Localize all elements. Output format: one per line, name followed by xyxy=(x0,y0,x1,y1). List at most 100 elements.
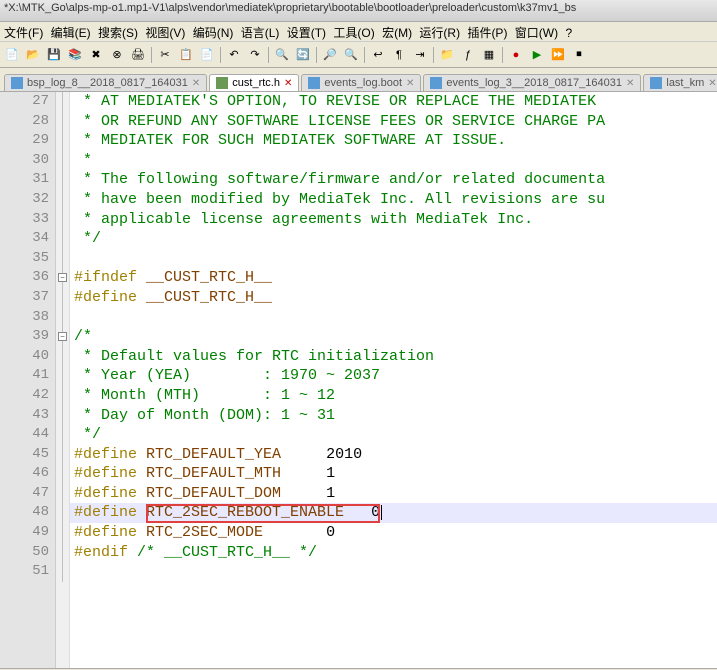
zoom-in-icon[interactable]: 🔎 xyxy=(320,45,340,65)
menu-run[interactable]: 运行(R) xyxy=(419,26,460,40)
menu-settings[interactable]: 设置(T) xyxy=(287,26,326,40)
wrap-icon[interactable]: ↩ xyxy=(368,45,388,65)
menu-window[interactable]: 窗口(W) xyxy=(515,26,558,40)
cut-icon[interactable]: ✂ xyxy=(155,45,175,65)
code-line[interactable]: #ifndef __CUST_RTC_H__ xyxy=(70,268,717,288)
code-line[interactable]: #define RTC_DEFAULT_MTH 1 xyxy=(70,464,717,484)
code-line[interactable] xyxy=(70,308,717,328)
tab[interactable]: bsp_log_8__2018_0817_164031 ✕ xyxy=(4,74,207,91)
code-line[interactable]: * xyxy=(70,151,717,171)
line-number: 37 xyxy=(0,288,49,308)
line-number: 41 xyxy=(0,366,49,386)
map-icon[interactable]: ▦ xyxy=(479,45,499,65)
menu-help[interactable]: ? xyxy=(565,26,572,40)
menu-macro[interactable]: 宏(M) xyxy=(382,26,412,40)
tab-close-icon[interactable]: ✕ xyxy=(708,78,716,89)
redo-icon[interactable]: ↷ xyxy=(245,45,265,65)
file-icon xyxy=(308,77,320,89)
line-number: 46 xyxy=(0,464,49,484)
paste-icon[interactable]: 📄 xyxy=(197,45,217,65)
code-line[interactable]: * MEDIATEK FOR SUCH MEDIATEK SOFTWARE AT… xyxy=(70,131,717,151)
menu-search[interactable]: 搜索(S) xyxy=(98,26,138,40)
code-editor[interactable]: * AT MEDIATEK'S OPTION, TO REVISE OR REP… xyxy=(70,92,717,668)
close-icon[interactable]: ✖ xyxy=(86,45,106,65)
file-icon xyxy=(216,77,228,89)
separator xyxy=(433,47,434,63)
indent-icon[interactable]: ⇥ xyxy=(410,45,430,65)
code-line[interactable]: * Day of Month (DOM): 1 ~ 31 xyxy=(70,406,717,426)
code-line[interactable] xyxy=(70,249,717,269)
separator xyxy=(364,47,365,63)
code-line[interactable]: */ xyxy=(70,425,717,445)
code-line[interactable]: #define RTC_DEFAULT_DOM 1 xyxy=(70,484,717,504)
code-line[interactable]: * Month (MTH) : 1 ~ 12 xyxy=(70,386,717,406)
tab-close-icon[interactable]: ✕ xyxy=(284,78,292,89)
code-line[interactable]: * Default values for RTC initialization xyxy=(70,347,717,367)
tab[interactable]: cust_rtc.h ✕ xyxy=(209,74,299,91)
tab[interactable]: last_km✕ xyxy=(643,74,717,91)
code-line[interactable]: * Year (YEA) : 1970 ~ 2037 xyxy=(70,366,717,386)
fold-strip: −− xyxy=(56,92,70,668)
tab-close-icon[interactable]: ✕ xyxy=(192,78,200,89)
undo-icon[interactable]: ↶ xyxy=(224,45,244,65)
stop-icon[interactable]: ⏹ xyxy=(569,45,589,65)
separator xyxy=(268,47,269,63)
menu-encoding[interactable]: 编码(N) xyxy=(193,26,234,40)
code-line[interactable]: #define RTC_2SEC_REBOOT_ENABLE 0 xyxy=(70,503,717,523)
code-line[interactable]: */ xyxy=(70,229,717,249)
separator xyxy=(151,47,152,63)
code-line[interactable]: #define __CUST_RTC_H__ xyxy=(70,288,717,308)
code-line[interactable]: * applicable license agreements with Med… xyxy=(70,210,717,230)
code-line[interactable]: * AT MEDIATEK'S OPTION, TO REVISE OR REP… xyxy=(70,92,717,112)
line-number: 42 xyxy=(0,386,49,406)
titlebar: *X:\MTK_Go\alps-mp-o1.mp1-V1\alps\vendor… xyxy=(0,0,717,22)
code-line[interactable]: #endif /* __CUST_RTC_H__ */ xyxy=(70,543,717,563)
function-list-icon[interactable]: ƒ xyxy=(458,45,478,65)
menu-view[interactable]: 视图(V) xyxy=(145,26,185,40)
fast-icon[interactable]: ⏩ xyxy=(548,45,568,65)
show-all-icon[interactable]: ¶ xyxy=(389,45,409,65)
folder-icon[interactable]: 📁 xyxy=(437,45,457,65)
code-line[interactable]: /* xyxy=(70,327,717,347)
separator xyxy=(502,47,503,63)
line-number: 35 xyxy=(0,249,49,269)
separator xyxy=(220,47,221,63)
menu-plugins[interactable]: 插件(P) xyxy=(467,26,507,40)
fold-toggle-icon[interactable]: − xyxy=(58,332,67,341)
line-number: 45 xyxy=(0,445,49,465)
tab-close-icon[interactable]: ✕ xyxy=(626,78,634,89)
code-line[interactable]: * The following software/firmware and/or… xyxy=(70,170,717,190)
line-number: 32 xyxy=(0,190,49,210)
menu-file[interactable]: 文件(F) xyxy=(4,26,43,40)
toolbar: 📄 📂 💾 📚 ✖ ⊗ 🖨 ✂ 📋 📄 ↶ ↷ 🔍 🔄 🔎 🔍 ↩ ¶ ⇥ 📁 … xyxy=(0,42,717,68)
menu-edit[interactable]: 编辑(E) xyxy=(51,26,91,40)
close-all-icon[interactable]: ⊗ xyxy=(107,45,127,65)
print-icon[interactable]: 🖨 xyxy=(128,45,148,65)
new-file-icon[interactable]: 📄 xyxy=(2,45,22,65)
code-line[interactable]: * OR REFUND ANY SOFTWARE LICENSE FEES OR… xyxy=(70,112,717,132)
zoom-out-icon[interactable]: 🔍 xyxy=(341,45,361,65)
copy-icon[interactable]: 📋 xyxy=(176,45,196,65)
replace-icon[interactable]: 🔄 xyxy=(293,45,313,65)
code-line[interactable]: * have been modified by MediaTek Inc. Al… xyxy=(70,190,717,210)
tab[interactable]: events_log.boot✕ xyxy=(301,74,421,91)
open-file-icon[interactable]: 📂 xyxy=(23,45,43,65)
code-line[interactable] xyxy=(70,562,717,582)
tab[interactable]: events_log_3__2018_0817_164031✕ xyxy=(423,74,641,91)
save-icon[interactable]: 💾 xyxy=(44,45,64,65)
code-line[interactable]: #define RTC_DEFAULT_YEA 2010 xyxy=(70,445,717,465)
menu-tools[interactable]: 工具(O) xyxy=(333,26,374,40)
code-line[interactable]: #define RTC_2SEC_MODE 0 xyxy=(70,523,717,543)
fold-toggle-icon[interactable]: − xyxy=(58,273,67,282)
menu-language[interactable]: 语言(L) xyxy=(241,26,280,40)
line-number: 36 xyxy=(0,268,49,288)
tab-close-icon[interactable]: ✕ xyxy=(406,78,414,89)
line-number: 34 xyxy=(0,229,49,249)
find-icon[interactable]: 🔍 xyxy=(272,45,292,65)
save-all-icon[interactable]: 📚 xyxy=(65,45,85,65)
play-icon[interactable]: ▶ xyxy=(527,45,547,65)
tab-label: cust_rtc.h xyxy=(232,77,280,89)
tab-label: bsp_log_8__2018_0817_164031 xyxy=(27,77,188,89)
record-icon[interactable]: ● xyxy=(506,45,526,65)
editor-area: 2728293031323334353637383940414243444546… xyxy=(0,92,717,668)
